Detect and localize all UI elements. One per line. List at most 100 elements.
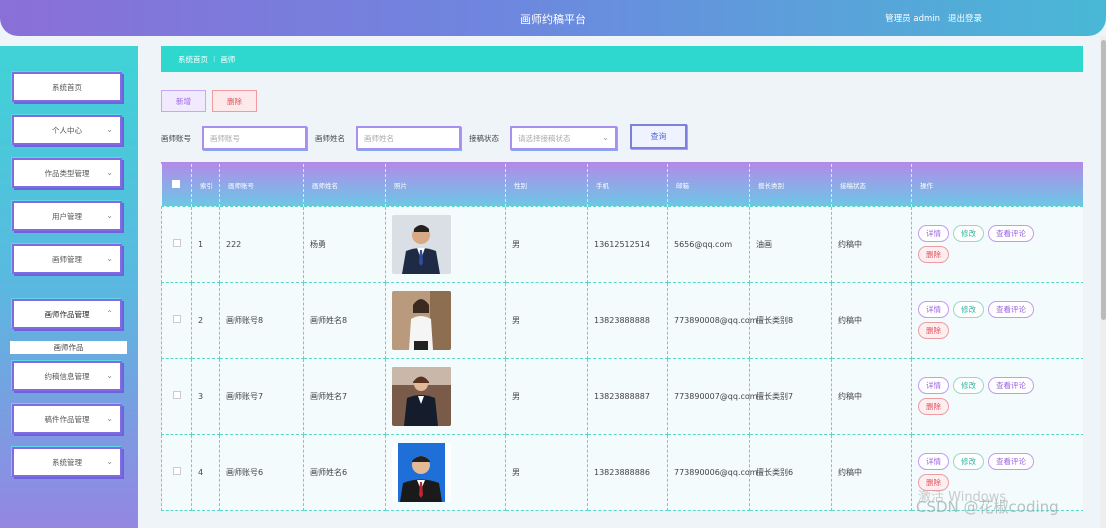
col-category: 擅长类别 (749, 164, 832, 206)
cell-category: 油画 (749, 205, 832, 283)
cell-category: 擅长类别7 (749, 357, 832, 435)
detail-button[interactable]: 详情 (918, 225, 949, 242)
cell-name: 画师姓名6 (303, 433, 386, 511)
app-title: 画师约稿平台 (520, 13, 586, 26)
cell-name: 画师姓名8 (303, 281, 386, 359)
cell-status: 约稿中 (831, 357, 912, 435)
cell-name: 杨勇 (303, 205, 386, 283)
cell-actions: 详情 修改 查看评论 删除 (911, 281, 1083, 359)
cell-name: 画师姓名7 (303, 357, 386, 435)
sidebar-item-label: 稿件作品管理 (44, 414, 90, 424)
search-button[interactable]: 查询 (630, 124, 687, 149)
account-placeholder: 画师账号 (210, 133, 240, 143)
artist-photo[interactable] (392, 366, 451, 426)
sidebar-item-label: 个人中心 (52, 125, 82, 135)
name-input[interactable]: 画师姓名 (356, 126, 461, 150)
row-delete-button[interactable]: 删除 (918, 398, 949, 415)
artist-table: 索引 画师账号 画师姓名 照片 性别 手机 邮箱 擅长类别 接稿状态 操作 1 … (161, 162, 1083, 528)
account-input[interactable]: 画师账号 (202, 126, 307, 150)
cell-photo (385, 205, 506, 283)
row-checkbox[interactable] (161, 281, 192, 359)
account-label: 画师账号 (161, 134, 191, 143)
cell-phone: 13612512514 (587, 205, 668, 283)
sidebar-item-users[interactable]: 用户管理 ⌄ (12, 201, 122, 231)
cell-photo (385, 357, 506, 435)
breadcrumb-home[interactable]: 系统首页 (178, 54, 208, 65)
col-gender: 性别 (505, 164, 588, 206)
cell-gender: 男 (505, 357, 588, 435)
row-checkbox[interactable] (161, 433, 192, 511)
cell-photo (385, 433, 506, 511)
cell-index: 2 (191, 281, 220, 359)
sidebar-item-artists[interactable]: 画师管理 ⌄ (12, 244, 122, 274)
chevron-up-icon: ⌃ (106, 309, 113, 318)
edit-button[interactable]: 修改 (953, 225, 984, 242)
cell-index: 3 (191, 357, 220, 435)
status-select[interactable]: 请选择接稿状态 ⌄ (510, 126, 617, 150)
col-status: 接稿状态 (831, 164, 912, 206)
cell-email: 773890006@qq.com (667, 433, 758, 511)
sidebar-item-label: 系统管理 (52, 457, 82, 467)
cell-account: 画师账号7 (219, 357, 304, 435)
sidebar-item-label: 系统首页 (52, 82, 82, 92)
chevron-down-icon: ⌄ (106, 125, 113, 134)
edit-button[interactable]: 修改 (953, 377, 984, 394)
cell-phone: 13823888887 (587, 357, 668, 435)
artist-photo[interactable] (392, 290, 451, 350)
row-delete-button[interactable]: 删除 (918, 322, 949, 339)
sidebar-item-work-types[interactable]: 作品类型管理 ⌄ (12, 158, 122, 188)
delete-button[interactable]: 删除 (212, 90, 257, 112)
cell-status: 约稿中 (831, 205, 912, 283)
sidebar-item-label: 约稿信息管理 (44, 371, 90, 381)
sidebar-item-profile[interactable]: 个人中心 ⌄ (12, 115, 122, 145)
sidebar-item-manuscripts[interactable]: 稿件作品管理 ⌄ (12, 404, 122, 434)
detail-button[interactable]: 详情 (918, 377, 949, 394)
artist-photo[interactable] (392, 442, 451, 502)
top-header: 画师约稿平台 管理员 admin 退出登录 (0, 0, 1106, 36)
name-label: 画师姓名 (315, 134, 345, 143)
breadcrumb-current: 画师 (220, 54, 236, 64)
select-all-checkbox[interactable] (161, 164, 192, 206)
sidebar-item-label: 作品类型管理 (44, 168, 90, 178)
edit-button[interactable]: 修改 (953, 453, 984, 470)
chevron-down-icon: ⌄ (106, 371, 113, 380)
sidebar-item-artist-works[interactable]: 画师作品管理 ⌃ (12, 299, 122, 329)
table-row: 3 画师账号7 画师姓名7 男 13823888887 773890007@qq… (161, 357, 1083, 435)
sidebar-item-commissions[interactable]: 约稿信息管理 ⌄ (12, 361, 122, 391)
review-button[interactable]: 查看评论 (988, 301, 1034, 318)
logout-link[interactable]: 退出登录 (948, 12, 982, 24)
cell-category: 擅长类别6 (749, 433, 832, 511)
sidebar-item-home[interactable]: 系统首页 (12, 72, 122, 102)
cell-email: 773890008@qq.com (667, 281, 758, 359)
edit-button[interactable]: 修改 (953, 301, 984, 318)
col-email: 邮箱 (667, 164, 750, 206)
review-button[interactable]: 查看评论 (988, 377, 1034, 394)
sidebar-item-label: 画师作品管理 (44, 309, 90, 319)
col-name: 画师姓名 (303, 164, 386, 206)
row-delete-button[interactable]: 删除 (918, 246, 949, 263)
cell-status: 约稿中 (831, 281, 912, 359)
chevron-down-icon: ⌄ (106, 254, 113, 263)
artist-photo[interactable] (392, 214, 451, 274)
cell-account: 画师账号6 (219, 433, 304, 511)
cell-gender: 男 (505, 281, 588, 359)
sidebar-item-system[interactable]: 系统管理 ⌄ (12, 447, 122, 477)
review-button[interactable]: 查看评论 (988, 225, 1034, 242)
col-account: 画师账号 (219, 164, 304, 206)
detail-button[interactable]: 详情 (918, 301, 949, 318)
table-row: 1 222 杨勇 男 13612512514 5656@qq.com 油画 约稿… (161, 205, 1083, 283)
add-button[interactable]: 新增 (161, 90, 206, 112)
sidebar-item-label: 画师管理 (52, 254, 82, 264)
review-button[interactable]: 查看评论 (988, 453, 1034, 470)
cell-actions: 详情 修改 查看评论 删除 (911, 357, 1083, 435)
scrollbar-thumb[interactable] (1101, 40, 1106, 320)
chevron-down-icon: ⌄ (106, 414, 113, 423)
row-checkbox[interactable] (161, 357, 192, 435)
cell-email: 773890007@qq.com (667, 357, 758, 435)
detail-button[interactable]: 详情 (918, 453, 949, 470)
current-user: 管理员 admin (885, 12, 940, 24)
col-index: 索引 (191, 164, 220, 206)
row-checkbox[interactable] (161, 205, 192, 283)
submenu-artist-works[interactable]: 画师作品 (10, 341, 127, 354)
table-row: 2 画师账号8 画师姓名8 男 13823888888 773890008@qq… (161, 281, 1083, 359)
